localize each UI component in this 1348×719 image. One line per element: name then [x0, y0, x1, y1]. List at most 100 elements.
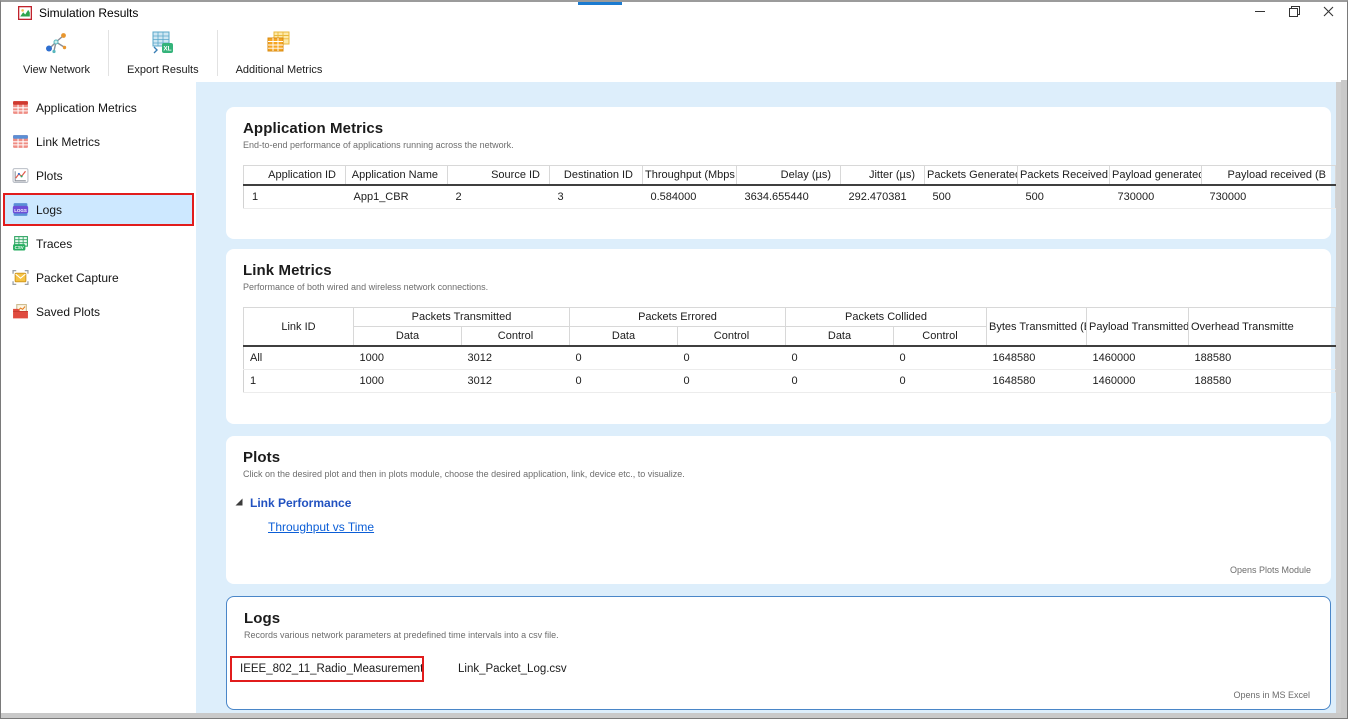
- sidebar-item-label: Plots: [36, 169, 63, 183]
- column-group-header[interactable]: Packets Transmitted: [354, 308, 570, 327]
- cell: 1648580: [987, 346, 1087, 369]
- column-header[interactable]: Jitter (µs): [841, 166, 925, 186]
- svg-text:XL: XL: [164, 46, 172, 53]
- column-header[interactable]: Overhead Transmitte: [1189, 308, 1336, 347]
- plots-chart-icon: [11, 167, 29, 185]
- cell: 188580: [1189, 346, 1336, 369]
- sidebar-item-logs[interactable]: LOGS Logs: [5, 195, 192, 224]
- cell: All: [244, 346, 354, 369]
- sidebar-item-saved-plots[interactable]: Saved Plots: [5, 297, 192, 326]
- sidebar-item-link-metrics[interactable]: Link Metrics: [5, 127, 192, 156]
- sidebar: Application Metrics Link Metrics Plots L…: [1, 82, 196, 713]
- log-file-link[interactable]: IEEE_802_11_Radio_Measurements_L...: [232, 658, 422, 680]
- column-group-header[interactable]: Packets Collided: [786, 308, 987, 327]
- column-header[interactable]: Payload generated: [1110, 166, 1202, 186]
- cell: 0: [678, 346, 786, 369]
- additional-metrics-button[interactable]: Additional Metrics: [222, 24, 337, 82]
- sidebar-item-label: Link Metrics: [36, 135, 100, 149]
- column-subheader[interactable]: Control: [678, 327, 786, 347]
- plot-link-throughput-vs-time[interactable]: Throughput vs Time: [268, 520, 374, 534]
- close-button[interactable]: [1311, 2, 1345, 24]
- sidebar-item-plots[interactable]: Plots: [5, 161, 192, 190]
- log-file-link[interactable]: Link_Packet_Log.csv: [450, 658, 575, 680]
- maximize-button[interactable]: [1277, 2, 1311, 24]
- window-controls: [1243, 2, 1345, 24]
- plots-footer-note: Opens Plots Module: [1230, 565, 1311, 575]
- logs-panel: Logs Records various network parameters …: [226, 596, 1331, 710]
- view-network-button[interactable]: View Network: [9, 24, 104, 82]
- plots-panel: Plots Click on the desired plot and then…: [226, 436, 1331, 584]
- additional-metrics-label: Additional Metrics: [236, 64, 323, 76]
- column-header[interactable]: Destination ID: [550, 166, 643, 186]
- cell: 500: [1018, 185, 1110, 208]
- cell: 730000: [1202, 185, 1336, 208]
- application-metrics-panel: Application Metrics End-to-end performan…: [226, 107, 1331, 239]
- application-metrics-subtitle: End-to-end performance of applications r…: [243, 140, 1331, 150]
- cell: 1: [244, 369, 354, 392]
- vertical-scrollbar[interactable]: [1336, 82, 1341, 713]
- svg-text:LOGS: LOGS: [14, 208, 27, 213]
- column-header[interactable]: Packets Generated: [925, 166, 1018, 186]
- logs-badge-icon: LOGS: [11, 201, 29, 219]
- table-row: All10003012000016485801460000188580: [244, 346, 1336, 369]
- column-header[interactable]: Throughput (Mbps: [643, 166, 737, 186]
- minimize-button[interactable]: [1243, 2, 1277, 24]
- column-subheader[interactable]: Data: [354, 327, 462, 347]
- cell: 0: [570, 346, 678, 369]
- link-metrics-subtitle: Performance of both wired and wireless n…: [243, 282, 1331, 292]
- cell: 3: [550, 185, 643, 208]
- cell: 1460000: [1087, 369, 1189, 392]
- cell: 1000: [354, 346, 462, 369]
- plots-title: Plots: [243, 449, 1331, 466]
- cell: 3012: [462, 346, 570, 369]
- column-subheader[interactable]: Control: [894, 327, 987, 347]
- column-subheader[interactable]: Data: [570, 327, 678, 347]
- sidebar-item-application-metrics[interactable]: Application Metrics: [5, 93, 192, 122]
- tree-children: Throughput vs Time: [268, 518, 1331, 536]
- column-header[interactable]: Bytes Transmitted (B: [987, 308, 1087, 347]
- window-right-border: [1341, 80, 1347, 718]
- sidebar-item-label: Saved Plots: [36, 305, 100, 319]
- sidebar-item-label: Traces: [36, 237, 72, 251]
- title-bar[interactable]: Simulation Results: [1, 2, 1347, 24]
- link-metrics-panel: Link Metrics Performance of both wired a…: [226, 249, 1331, 424]
- toolbar-separator: [217, 30, 218, 76]
- tables-stack-icon: [265, 30, 292, 61]
- export-results-button[interactable]: XLExport Results: [113, 24, 213, 82]
- sidebar-item-label: Packet Capture: [36, 271, 119, 285]
- tree-node-link-performance[interactable]: Link Performance: [234, 496, 1331, 510]
- plots-subtitle: Click on the desired plot and then in pl…: [243, 469, 1331, 479]
- cell: 500: [925, 185, 1018, 208]
- plots-tree: Link Performance Throughput vs Time: [234, 496, 1331, 536]
- sidebar-item-label: Application Metrics: [36, 101, 137, 115]
- column-header[interactable]: Link ID: [244, 308, 354, 347]
- column-header[interactable]: Application ID: [244, 166, 346, 186]
- column-header[interactable]: Delay (µs): [737, 166, 841, 186]
- logs-title: Logs: [244, 610, 1330, 627]
- link-metrics-title: Link Metrics: [243, 262, 1331, 279]
- window-bottom-border: [1, 713, 1347, 718]
- column-group-header[interactable]: Packets Errored: [570, 308, 786, 327]
- cell: 0: [570, 369, 678, 392]
- column-subheader[interactable]: Data: [786, 327, 894, 347]
- column-header[interactable]: Packets Received: [1018, 166, 1110, 186]
- tree-expanded-icon[interactable]: [234, 496, 244, 510]
- sidebar-item-traces[interactable]: CSVTraces: [5, 229, 192, 258]
- column-header[interactable]: Application Name: [346, 166, 448, 186]
- content-area: Application Metrics End-to-end performan…: [196, 82, 1341, 713]
- cell: 0: [786, 346, 894, 369]
- cell: 1648580: [987, 369, 1087, 392]
- toolbar-separator: [108, 30, 109, 76]
- cell: 730000: [1110, 185, 1202, 208]
- simulation-results-window: Simulation Results View Network XLExport…: [0, 0, 1348, 719]
- column-subheader[interactable]: Control: [462, 327, 570, 347]
- cell: 1: [244, 185, 346, 208]
- sidebar-item-packet-capture[interactable]: Packet Capture: [5, 263, 192, 292]
- cell: 0: [786, 369, 894, 392]
- column-header[interactable]: Payload Transmitted: [1087, 308, 1189, 347]
- column-header[interactable]: Source ID: [448, 166, 550, 186]
- cell: 1000: [354, 369, 462, 392]
- sidebar-item-label: Logs: [36, 203, 62, 217]
- column-header[interactable]: Payload received (B: [1202, 166, 1336, 186]
- network-icon: [43, 30, 70, 61]
